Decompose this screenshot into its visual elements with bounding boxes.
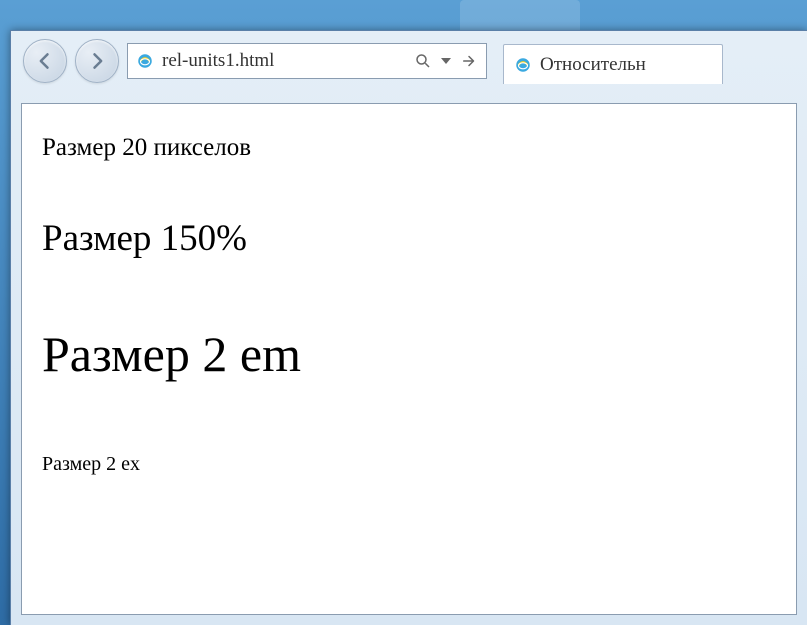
tab-strip: Относительн: [503, 38, 795, 84]
url-text: rel-units1.html: [162, 50, 406, 72]
browser-tab[interactable]: Относительн: [503, 44, 723, 84]
toolbar: rel-units1.html Относительн: [11, 31, 807, 91]
content-frame: Размер 20 пикселов Размер 150% Размер 2 …: [21, 103, 797, 615]
browser-window: rel-units1.html Относительн: [10, 30, 807, 625]
text-20px: Размер 20 пикселов: [42, 134, 776, 162]
search-icon[interactable]: [414, 52, 432, 70]
go-arrow-icon[interactable]: [460, 52, 478, 70]
forward-arrow-icon: [87, 51, 107, 71]
tab-title: Относительн: [540, 54, 646, 76]
ie-icon: [514, 56, 532, 74]
forward-button[interactable]: [75, 39, 119, 83]
text-2ex: Размер 2 ex: [42, 453, 776, 476]
search-dropdown-icon[interactable]: [441, 58, 451, 64]
address-bar[interactable]: rel-units1.html: [127, 43, 487, 79]
page-content: Размер 20 пикселов Размер 150% Размер 2 …: [22, 104, 796, 506]
back-button[interactable]: [23, 39, 67, 83]
back-arrow-icon: [35, 51, 55, 71]
ie-icon: [136, 52, 154, 70]
text-2em: Размер 2 em: [42, 325, 776, 383]
text-150pct: Размер 150%: [42, 217, 776, 260]
search-controls: [414, 52, 478, 70]
background-window-tab: [460, 0, 580, 30]
